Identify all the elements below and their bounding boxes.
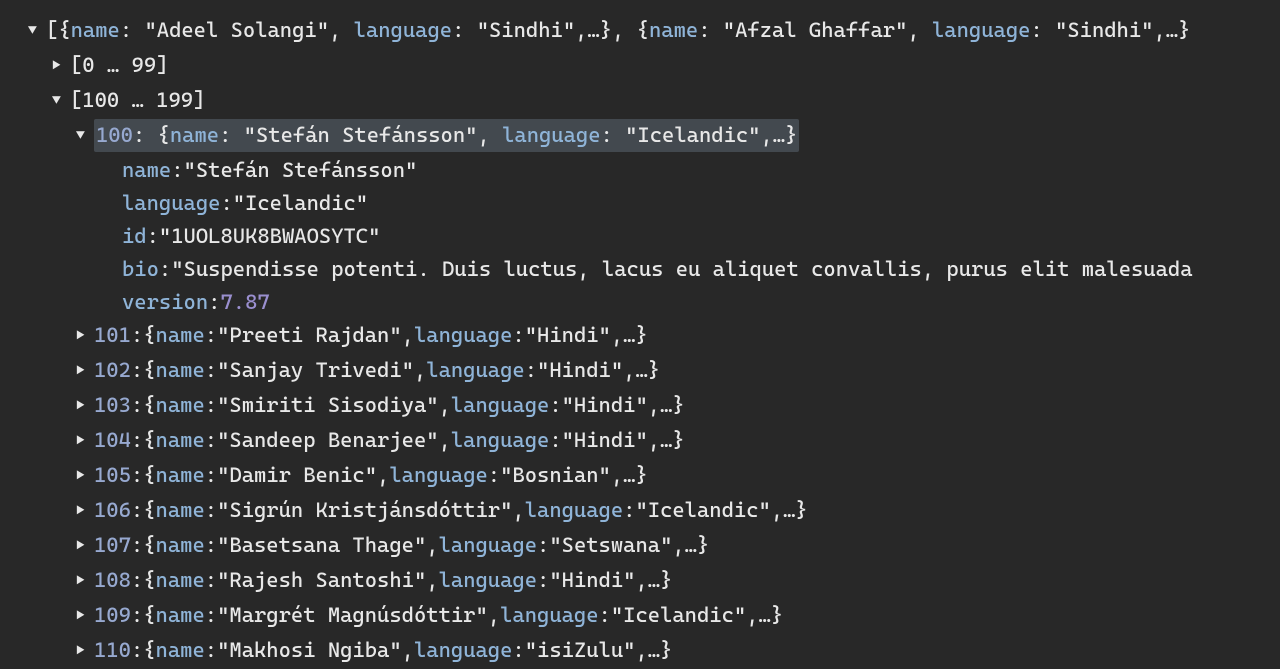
disclosure-triangle-down-icon[interactable] bbox=[28, 14, 46, 47]
field-name: name: "Stefán Stefánsson" bbox=[0, 154, 1280, 187]
tree-item-105[interactable]: 105: {name: "Damir Benic", language: "Bo… bbox=[0, 459, 1280, 494]
field-language: language: "Icelandic" bbox=[0, 187, 1280, 220]
array-index: 100 bbox=[96, 123, 133, 147]
field-id: id: "1UOL8UK8BWAOSYTC" bbox=[0, 220, 1280, 253]
disclosure-triangle-right-icon[interactable] bbox=[76, 634, 94, 667]
array-index: 104 bbox=[94, 424, 131, 457]
tree-item-110[interactable]: 110: {name: "Makhosi Ngiba", language: "… bbox=[0, 634, 1280, 669]
array-index: 106 bbox=[94, 494, 131, 527]
tree-group-0-99[interactable]: [0 … 99] bbox=[0, 49, 1280, 84]
field-version: version: 7.87 bbox=[0, 286, 1280, 319]
tree-root-row[interactable]: [{name: "Adeel Solangi", language: "Sind… bbox=[0, 14, 1280, 49]
array-index: 105 bbox=[94, 459, 131, 492]
array-index: 110 bbox=[94, 634, 131, 667]
disclosure-triangle-right-icon[interactable] bbox=[52, 49, 70, 82]
tree-item-101[interactable]: 101: {name: "Preeti Rajdan", language: "… bbox=[0, 319, 1280, 354]
group-label: [0 … 99] bbox=[70, 49, 168, 82]
tree-item-104[interactable]: 104: {name: "Sandeep Benarjee", language… bbox=[0, 424, 1280, 459]
disclosure-triangle-right-icon[interactable] bbox=[76, 424, 94, 457]
root-bracket: [{name: "Adeel Solangi", language: "Sind… bbox=[46, 14, 1190, 47]
tree-group-100-199[interactable]: [100 … 199] bbox=[0, 84, 1280, 119]
array-index: 102 bbox=[94, 354, 131, 387]
tree-item-109[interactable]: 109: {name: "Margrét Magnúsdóttir", lang… bbox=[0, 599, 1280, 634]
disclosure-triangle-down-icon[interactable] bbox=[52, 84, 70, 117]
array-index: 101 bbox=[94, 319, 131, 352]
disclosure-triangle-right-icon[interactable] bbox=[76, 599, 94, 632]
tree-item-103[interactable]: 103: {name: "Smiriti Sisodiya", language… bbox=[0, 389, 1280, 424]
array-index: 107 bbox=[94, 529, 131, 562]
array-index: 103 bbox=[94, 389, 131, 422]
disclosure-triangle-right-icon[interactable] bbox=[76, 319, 94, 352]
disclosure-triangle-right-icon[interactable] bbox=[76, 529, 94, 562]
disclosure-triangle-right-icon[interactable] bbox=[76, 389, 94, 422]
selected-highlight: 100: {name: "Stefán Stefánsson", languag… bbox=[94, 119, 799, 152]
field-bio: bio: "Suspendisse potenti. Duis luctus, … bbox=[0, 253, 1280, 286]
disclosure-triangle-right-icon[interactable] bbox=[76, 564, 94, 597]
tree-item-102[interactable]: 102: {name: "Sanjay Trivedi", language: … bbox=[0, 354, 1280, 389]
disclosure-triangle-right-icon[interactable] bbox=[76, 494, 94, 527]
tree-item-106[interactable]: 106: {name: "Sigrún Kristjánsdóttir", la… bbox=[0, 494, 1280, 529]
disclosure-triangle-down-icon[interactable] bbox=[76, 119, 94, 152]
array-index: 109 bbox=[94, 599, 131, 632]
tree-item-100[interactable]: 100: {name: "Stefán Stefánsson", languag… bbox=[0, 119, 1280, 154]
disclosure-triangle-right-icon[interactable] bbox=[76, 354, 94, 387]
tree-item-107[interactable]: 107: {name: "Basetsana Thage", language:… bbox=[0, 529, 1280, 564]
tree-item-108[interactable]: 108: {name: "Rajesh Santoshi", language:… bbox=[0, 564, 1280, 599]
array-index: 108 bbox=[94, 564, 131, 597]
group-label: [100 … 199] bbox=[70, 84, 205, 117]
disclosure-triangle-right-icon[interactable] bbox=[76, 459, 94, 492]
